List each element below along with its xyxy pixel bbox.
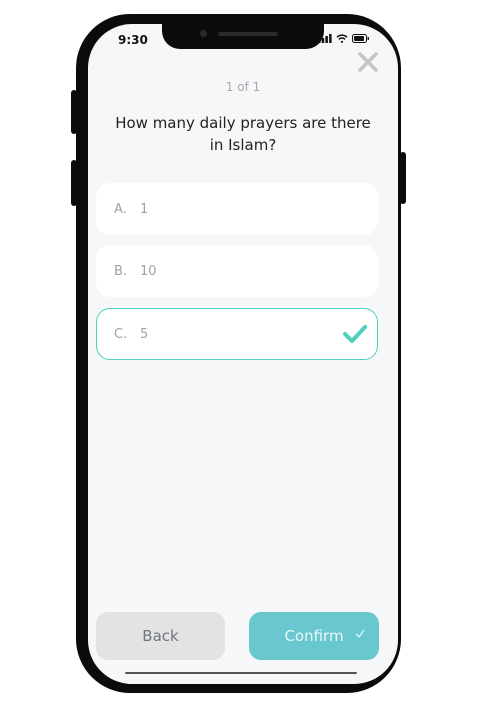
question-counter: 1 of 1 bbox=[225, 80, 261, 94]
status-icons bbox=[318, 34, 370, 43]
option-a[interactable]: A. 1 bbox=[96, 183, 378, 235]
option-letter: C. bbox=[114, 326, 128, 342]
close-icon bbox=[358, 52, 378, 72]
wifi-icon bbox=[336, 34, 348, 43]
battery-icon bbox=[352, 34, 369, 43]
option-letter: B. bbox=[114, 263, 128, 279]
option-value: 1 bbox=[140, 201, 149, 217]
option-value: 10 bbox=[140, 263, 157, 279]
back-button[interactable]: Back bbox=[96, 612, 225, 660]
checkmark-icon bbox=[343, 325, 367, 343]
option-letter: A. bbox=[114, 201, 127, 217]
signal-icon bbox=[318, 34, 332, 43]
option-b[interactable]: B. 10 bbox=[96, 245, 378, 297]
phone-screen: 9:30 1 of 1 How many daily prayers are t… bbox=[88, 24, 398, 684]
small-check-icon bbox=[355, 629, 365, 638]
speaker bbox=[218, 32, 278, 36]
question-text: How many daily prayers are there in Isla… bbox=[115, 114, 371, 154]
status-time: 9:30 bbox=[118, 33, 148, 47]
camera bbox=[200, 30, 207, 37]
confirm-label: Confirm bbox=[284, 627, 344, 645]
home-indicator[interactable] bbox=[125, 672, 357, 674]
option-value: 5 bbox=[140, 326, 149, 342]
option-c[interactable]: C. 5 bbox=[96, 308, 378, 360]
back-label: Back bbox=[142, 627, 179, 645]
confirm-button[interactable]: Confirm bbox=[249, 612, 379, 660]
phone-notch bbox=[162, 24, 324, 49]
close-button[interactable] bbox=[356, 50, 380, 74]
